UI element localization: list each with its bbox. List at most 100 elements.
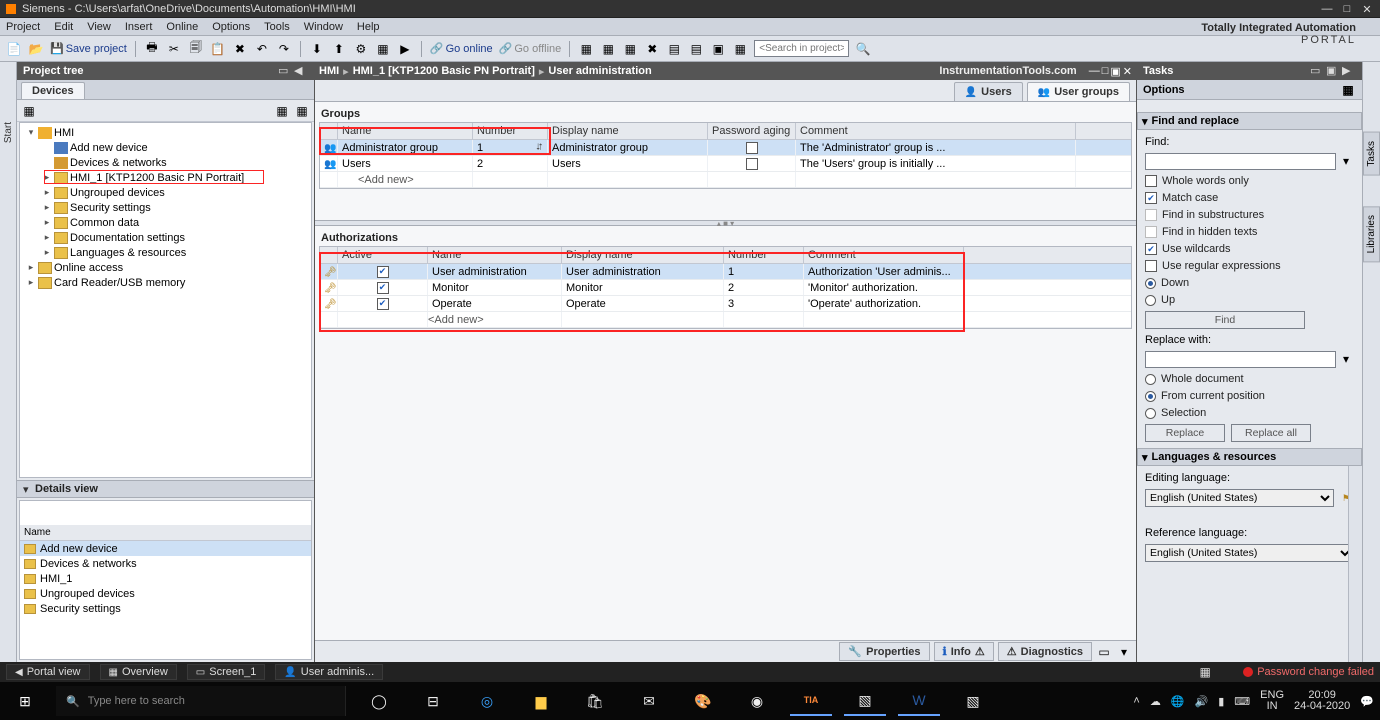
- download-icon[interactable]: ⬇: [309, 41, 325, 57]
- table-row[interactable]: ✔ Monitor Monitor 2 'Monitor' authorizat…: [320, 280, 1131, 296]
- tree-row[interactable]: ▸Security settings: [20, 200, 311, 215]
- stepper-icon[interactable]: ⮃: [536, 142, 543, 153]
- list-item[interactable]: Devices & networks: [20, 556, 311, 571]
- tab-diagnostics[interactable]: Diagnostics: [998, 642, 1092, 661]
- pin-icon[interactable]: ▭: [278, 64, 292, 78]
- tab-devices[interactable]: Devices: [21, 82, 85, 99]
- crumb-page[interactable]: User administration: [548, 65, 651, 77]
- list-item[interactable]: HMI_1: [20, 571, 311, 586]
- table-row[interactable]: ✔ User administration User administratio…: [320, 264, 1131, 280]
- cortana-icon[interactable]: ⊟: [412, 686, 454, 716]
- reference-language-select[interactable]: English (United States): [1145, 544, 1354, 562]
- add-new-row[interactable]: <Add new>: [320, 172, 1131, 188]
- tb-icon-d[interactable]: ✖: [644, 41, 660, 57]
- portal-view-button[interactable]: ◀ Portal view: [6, 664, 90, 680]
- opt-match-case[interactable]: ✔Match case: [1145, 192, 1354, 204]
- crumb-hmi[interactable]: HMI: [319, 65, 339, 77]
- opt-from-pos[interactable]: From current position: [1145, 390, 1354, 402]
- tia-portal-icon[interactable]: TIA: [790, 686, 832, 716]
- useradmin-tab[interactable]: 👤 User adminis...: [275, 664, 383, 680]
- list-item[interactable]: Security settings: [20, 601, 311, 616]
- find-replace-header[interactable]: ▾Find and replace: [1137, 112, 1362, 130]
- menu-tools[interactable]: Tools: [264, 21, 290, 33]
- compile-icon[interactable]: ⚙: [353, 41, 369, 57]
- tab-properties[interactable]: Properties: [839, 642, 929, 661]
- opt-hidden[interactable]: Find in hidden texts: [1145, 226, 1354, 238]
- active-checkbox[interactable]: ✔: [377, 298, 389, 310]
- close-icon[interactable]: ✕: [1360, 3, 1374, 15]
- status-tool-icon[interactable]: ▦: [1197, 664, 1213, 680]
- tb-icon-a[interactable]: ▦: [578, 41, 594, 57]
- chrome-icon[interactable]: ◉: [736, 686, 778, 716]
- table-row[interactable]: Users 2 Users The 'Users' group is initi…: [320, 156, 1131, 172]
- search-in-project-input[interactable]: [754, 40, 849, 57]
- find-input[interactable]: [1145, 153, 1336, 170]
- active-checkbox[interactable]: ✔: [377, 266, 389, 278]
- screen-tab[interactable]: ▭ Screen_1: [187, 664, 266, 680]
- maximize-icon[interactable]: □: [1340, 3, 1354, 15]
- tasks-float-icon[interactable]: ▣: [1326, 64, 1340, 78]
- tb-icon-f[interactable]: ▤: [688, 41, 704, 57]
- tree-tool-icon[interactable]: ▦: [21, 103, 37, 119]
- copy-icon[interactable]: 🗐: [188, 41, 204, 57]
- go-online-button[interactable]: 🔗 Go online: [430, 42, 493, 55]
- paste-icon[interactable]: 📋: [210, 41, 226, 57]
- opt-whole-words[interactable]: Whole words only: [1145, 175, 1354, 187]
- tb-icon-e[interactable]: ▤: [666, 41, 682, 57]
- tree-row[interactable]: ▸Documentation settings: [20, 230, 311, 245]
- tasks-collapse-icon[interactable]: ▶: [1342, 64, 1356, 78]
- explorer-icon[interactable]: ▆: [520, 686, 562, 716]
- open-project-icon[interactable]: 📂: [28, 41, 44, 57]
- find-button[interactable]: Find: [1145, 311, 1305, 329]
- tb-icon-c[interactable]: ▦: [622, 41, 638, 57]
- side-tab-tasks[interactable]: Tasks: [1363, 132, 1380, 176]
- replace-button[interactable]: Replace: [1145, 424, 1225, 442]
- windows-search[interactable]: 🔍 Type here to search: [56, 686, 346, 716]
- word-icon[interactable]: W: [898, 686, 940, 716]
- options-tool-icon[interactable]: ▦: [1340, 82, 1356, 98]
- tree-row[interactable]: ▾HMI: [20, 125, 311, 140]
- tree-row[interactable]: ▸Online access: [20, 260, 311, 275]
- new-project-icon[interactable]: 📄: [6, 41, 22, 57]
- tree-row[interactable]: ▸Languages & resources: [20, 245, 311, 260]
- menu-options[interactable]: Options: [212, 21, 250, 33]
- replace-all-button[interactable]: Replace all: [1231, 424, 1311, 442]
- replace-input[interactable]: [1145, 351, 1336, 368]
- list-item[interactable]: Add new device: [20, 541, 311, 556]
- table-row[interactable]: Administrator group 1⮃ Administrator gro…: [320, 140, 1131, 156]
- add-new-row[interactable]: <Add new>: [320, 312, 1131, 328]
- battery-icon[interactable]: ▮: [1218, 695, 1224, 708]
- tb-icon-g[interactable]: ▣: [710, 41, 726, 57]
- project-tree[interactable]: ▾HMIAdd new deviceDevices & networks▸HMI…: [19, 122, 312, 478]
- inspector-expand-icon[interactable]: ▾: [1116, 644, 1132, 660]
- delete-icon[interactable]: ✖: [232, 41, 248, 57]
- tree-row[interactable]: ▸Ungrouped devices: [20, 185, 311, 200]
- overview-tab[interactable]: ▦ Overview: [100, 664, 177, 680]
- side-tab-libraries[interactable]: Libraries: [1363, 206, 1380, 262]
- start-sidebar[interactable]: Start: [0, 62, 17, 662]
- paint-icon[interactable]: 🎨: [682, 686, 724, 716]
- editor-max-icon[interactable]: ▣: [1110, 65, 1120, 78]
- tree-row[interactable]: Add new device: [20, 140, 311, 155]
- store-icon[interactable]: 🛍: [574, 686, 616, 716]
- groups-grid[interactable]: Name Number Display name Password aging …: [319, 122, 1132, 189]
- tab-users[interactable]: Users: [954, 82, 1023, 101]
- menu-window[interactable]: Window: [304, 21, 343, 33]
- password-aging-checkbox[interactable]: [746, 158, 758, 170]
- go-offline-button[interactable]: 🔗 Go offline: [499, 42, 562, 55]
- tree-row[interactable]: Devices & networks: [20, 155, 311, 170]
- editing-language-select[interactable]: English (United States): [1145, 489, 1334, 507]
- list-item[interactable]: Ungrouped devices: [20, 586, 311, 601]
- tab-user-groups[interactable]: User groups: [1027, 82, 1130, 101]
- tree-row[interactable]: ▸Card Reader/USB memory: [20, 275, 311, 290]
- task-view-icon[interactable]: ◯: [358, 686, 400, 716]
- password-aging-checkbox[interactable]: [746, 142, 758, 154]
- languages-header[interactable]: ▾Languages & resources: [1137, 448, 1362, 466]
- opt-substructures[interactable]: Find in substructures: [1145, 209, 1354, 221]
- print-icon[interactable]: 🖶: [144, 41, 160, 57]
- upload-icon[interactable]: ⬆: [331, 41, 347, 57]
- menu-view[interactable]: View: [87, 21, 111, 33]
- active-checkbox[interactable]: ✔: [377, 282, 389, 294]
- menu-insert[interactable]: Insert: [125, 21, 153, 33]
- network-icon[interactable]: 🌐: [1171, 695, 1185, 708]
